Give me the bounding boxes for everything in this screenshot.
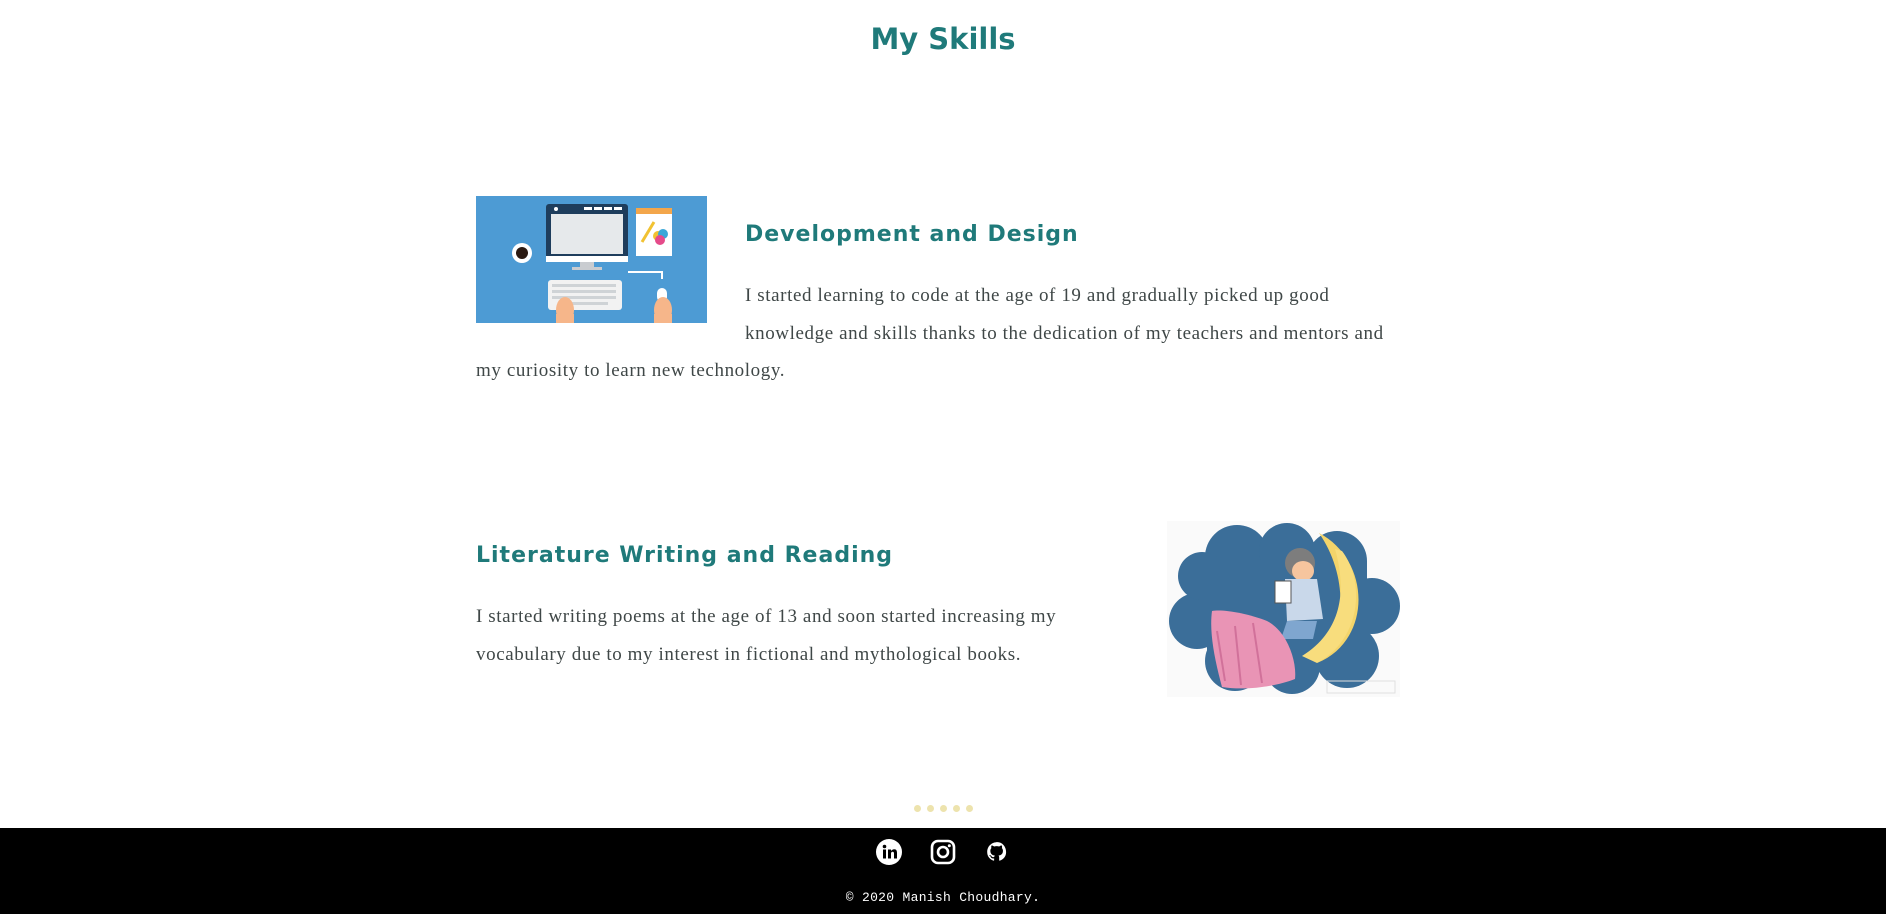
skill-literature: Literature Writing and Reading I started… bbox=[476, 521, 1400, 705]
desk-illustration bbox=[476, 196, 707, 323]
page-title: My Skills bbox=[870, 22, 1016, 56]
dot bbox=[913, 805, 921, 812]
page-dots bbox=[0, 805, 1886, 812]
dot bbox=[965, 805, 973, 812]
linkedin-icon bbox=[876, 839, 902, 865]
dot bbox=[939, 805, 947, 812]
dot bbox=[926, 805, 934, 812]
instagram-link[interactable] bbox=[929, 838, 957, 866]
skill-development-design: Development and Design I started learnin… bbox=[476, 196, 1400, 390]
social-links bbox=[0, 838, 1886, 866]
linkedin-link[interactable] bbox=[875, 838, 903, 866]
site-footer: © 2020 Manish Choudhary. bbox=[0, 828, 1886, 914]
boy-reading-on-moon-illustration bbox=[1167, 521, 1400, 697]
github-link[interactable] bbox=[983, 838, 1011, 866]
github-icon bbox=[987, 842, 1007, 861]
copyright-text: © 2020 Manish Choudhary. bbox=[845, 890, 1041, 905]
dot bbox=[952, 805, 960, 812]
instagram-icon bbox=[930, 839, 956, 865]
